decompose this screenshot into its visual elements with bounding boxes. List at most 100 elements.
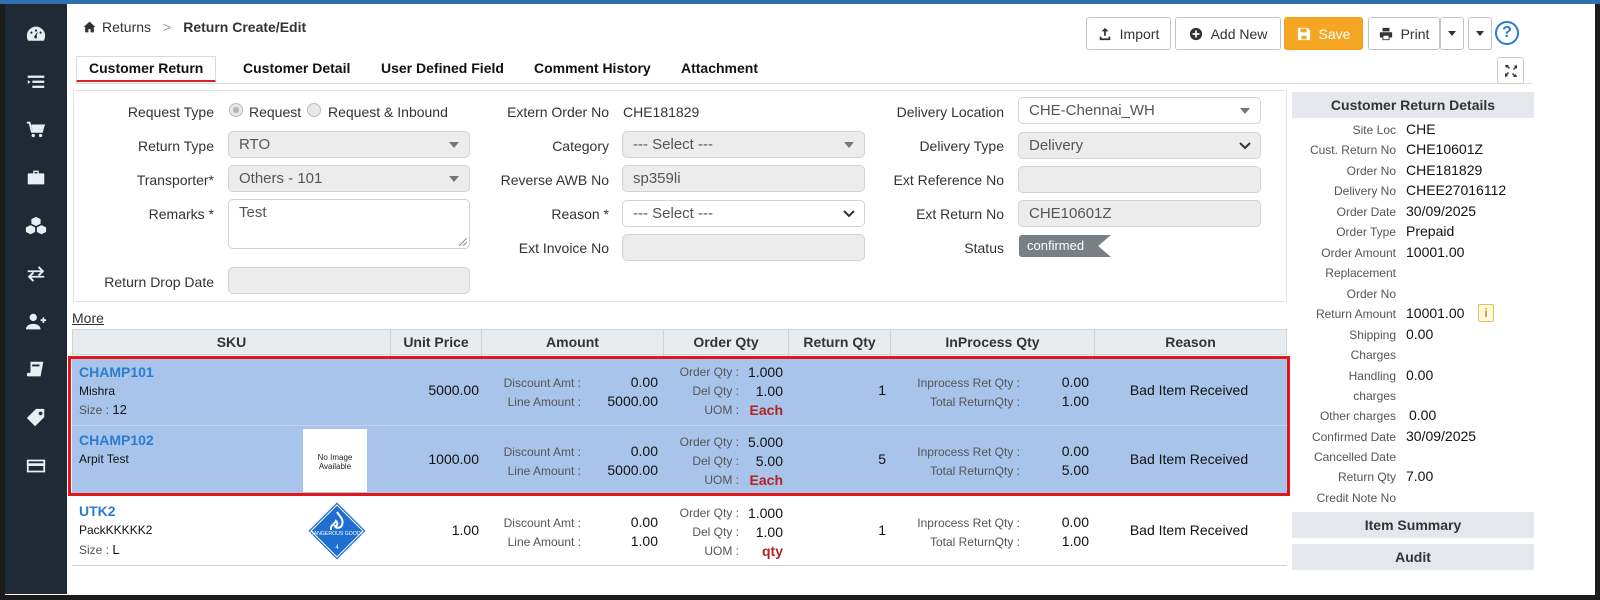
request-inbound-radio[interactable] [307, 103, 321, 117]
replacement-order-no-key: Order No [1346, 287, 1396, 301]
return-drop-date-input[interactable] [228, 267, 470, 294]
category-select[interactable]: --- Select --- [622, 131, 865, 158]
order-no-value: CHE181829 [1406, 162, 1483, 178]
sku-description: Mishra [79, 384, 116, 398]
tag-icon[interactable] [5, 394, 67, 442]
chevron-down-icon [1239, 142, 1251, 150]
save-button[interactable]: Save [1284, 17, 1363, 50]
remarks-value: Test [239, 204, 267, 221]
request-type-label: Request Type [127, 104, 214, 120]
print-dropdown-button[interactable] [1440, 17, 1464, 50]
extern-order-label: Extern Order No [507, 104, 609, 120]
ext-return-input[interactable]: CHE10601Z [1018, 200, 1261, 227]
order-amount-key: Order Amount [1321, 246, 1396, 260]
breadcrumb-separator: > [163, 19, 172, 35]
sku-link[interactable]: CHAMP101 [79, 364, 154, 380]
order-qty-value: 5.000 [747, 434, 783, 450]
ext-reference-input[interactable] [1018, 166, 1261, 193]
more-link[interactable]: More [72, 310, 104, 326]
col-inprocess-qty[interactable]: InProcess Qty [891, 330, 1095, 356]
cust-return-key: Cust. Return No [1309, 143, 1396, 157]
dangerous-goods-icon: DANGEROUS GOODS 4 [306, 500, 368, 562]
briefcase-icon[interactable] [5, 154, 67, 202]
table-row[interactable]: CHAMP102 Arpit Test No Image Available 1… [72, 426, 1287, 495]
cubes-icon[interactable] [5, 202, 67, 250]
total-return-value: 1.00 [1061, 393, 1089, 409]
status-badge: confirmed [1019, 235, 1111, 257]
col-order-qty[interactable]: Order Qty [664, 330, 789, 356]
cart-icon[interactable] [5, 106, 67, 154]
uom-value: qty [762, 543, 783, 559]
ext-invoice-input[interactable] [622, 234, 865, 261]
remarks-textarea[interactable]: Test [228, 199, 470, 249]
handling-key: Handling [1348, 369, 1396, 383]
sku-size: Size : L [79, 542, 120, 557]
item-summary-header[interactable]: Item Summary [1292, 512, 1534, 538]
plus-circle-icon [1189, 27, 1202, 40]
remarks-label: Remarks * [148, 206, 214, 222]
card-icon[interactable] [5, 442, 67, 490]
transporter-select[interactable]: Others - 101 [228, 165, 470, 192]
import-button[interactable]: Import [1086, 17, 1171, 50]
customer-return-details-panel: Customer Return Details Site Loc CHE Cus… [1292, 92, 1534, 582]
transporter-value: Others - 101 [239, 170, 323, 187]
discount-value: 0.00 [630, 514, 658, 530]
col-unit-price[interactable]: Unit Price [391, 330, 482, 356]
ext-reference-label: Ext Reference No [893, 172, 1005, 188]
tab-attachment[interactable]: Attachment [681, 60, 758, 76]
col-sku[interactable]: SKU [73, 330, 391, 356]
expand-icon [1504, 64, 1517, 77]
tab-comment-history[interactable]: Comment History [534, 60, 651, 76]
exchange-icon[interactable] [5, 250, 67, 298]
tab-user-defined-field[interactable]: User Defined Field [381, 60, 504, 76]
no-image-placeholder: No Image Available [303, 429, 367, 492]
tab-customer-return[interactable]: Customer Return [76, 56, 217, 82]
book-icon[interactable] [5, 346, 67, 394]
size-label: Size : [79, 403, 110, 417]
more-dropdown-button[interactable] [1468, 17, 1492, 50]
expand-button[interactable] [1497, 57, 1524, 84]
inprocess-ret-value: 0.00 [1061, 443, 1089, 459]
uom-value: Each [749, 402, 783, 418]
print-button[interactable]: Print [1368, 17, 1440, 50]
table-row[interactable]: UTK2 PackKKKKK2 Size : L DANGEROUS GOODS… [72, 496, 1287, 566]
audit-header[interactable]: Audit [1292, 544, 1534, 570]
delivery-type-select[interactable]: Delivery [1018, 132, 1261, 159]
line-amount-value: 5000.00 [607, 393, 658, 409]
uom-value: Each [749, 472, 783, 488]
tab-customer-detail[interactable]: Customer Detail [243, 60, 350, 76]
size-label: Size : [79, 543, 110, 557]
table-row[interactable]: CHAMP101 Mishra Size : 12 5000.00 Discou… [72, 358, 1287, 426]
category-label: Category [552, 138, 609, 154]
col-amount[interactable]: Amount [482, 330, 664, 356]
delivery-location-select[interactable]: CHE-Chennai_WH [1018, 97, 1261, 124]
cust-return-value: CHE10601Z [1406, 141, 1484, 157]
order-qty-label: Order Qty : [679, 506, 739, 520]
reason-select[interactable]: --- Select --- [622, 200, 865, 227]
total-return-label: Total ReturnQty : [929, 535, 1020, 549]
list-icon[interactable] [5, 58, 67, 106]
add-new-button[interactable]: Add New [1175, 17, 1281, 50]
info-icon[interactable]: i [1478, 304, 1494, 322]
col-return-qty[interactable]: Return Qty [789, 330, 891, 356]
details-title[interactable]: Customer Return Details [1292, 92, 1534, 118]
return-type-select[interactable]: RTO [228, 131, 470, 158]
reverse-awb-input[interactable]: sp359li [622, 165, 865, 192]
help-icon[interactable]: ? [1495, 21, 1519, 45]
handling-charges-key: charges [1353, 389, 1396, 403]
add-user-icon[interactable] [5, 298, 67, 346]
dashboard-icon[interactable] [5, 10, 67, 58]
sku-link[interactable]: CHAMP102 [79, 432, 154, 448]
order-qty-value: 1.000 [747, 364, 783, 380]
col-reason[interactable]: Reason [1095, 330, 1286, 356]
caret-down-icon [844, 142, 854, 148]
size-value: L [112, 542, 120, 557]
resize-handle-icon[interactable] [459, 238, 467, 246]
breadcrumb-root[interactable]: Returns [102, 19, 151, 35]
ext-return-value: CHE10601Z [1029, 205, 1112, 222]
home-icon[interactable] [83, 21, 96, 33]
caret-down-icon [1476, 31, 1484, 36]
return-amount-value: 10001.00 [1406, 305, 1465, 321]
request-radio[interactable] [229, 103, 243, 117]
sku-link[interactable]: UTK2 [79, 503, 116, 519]
